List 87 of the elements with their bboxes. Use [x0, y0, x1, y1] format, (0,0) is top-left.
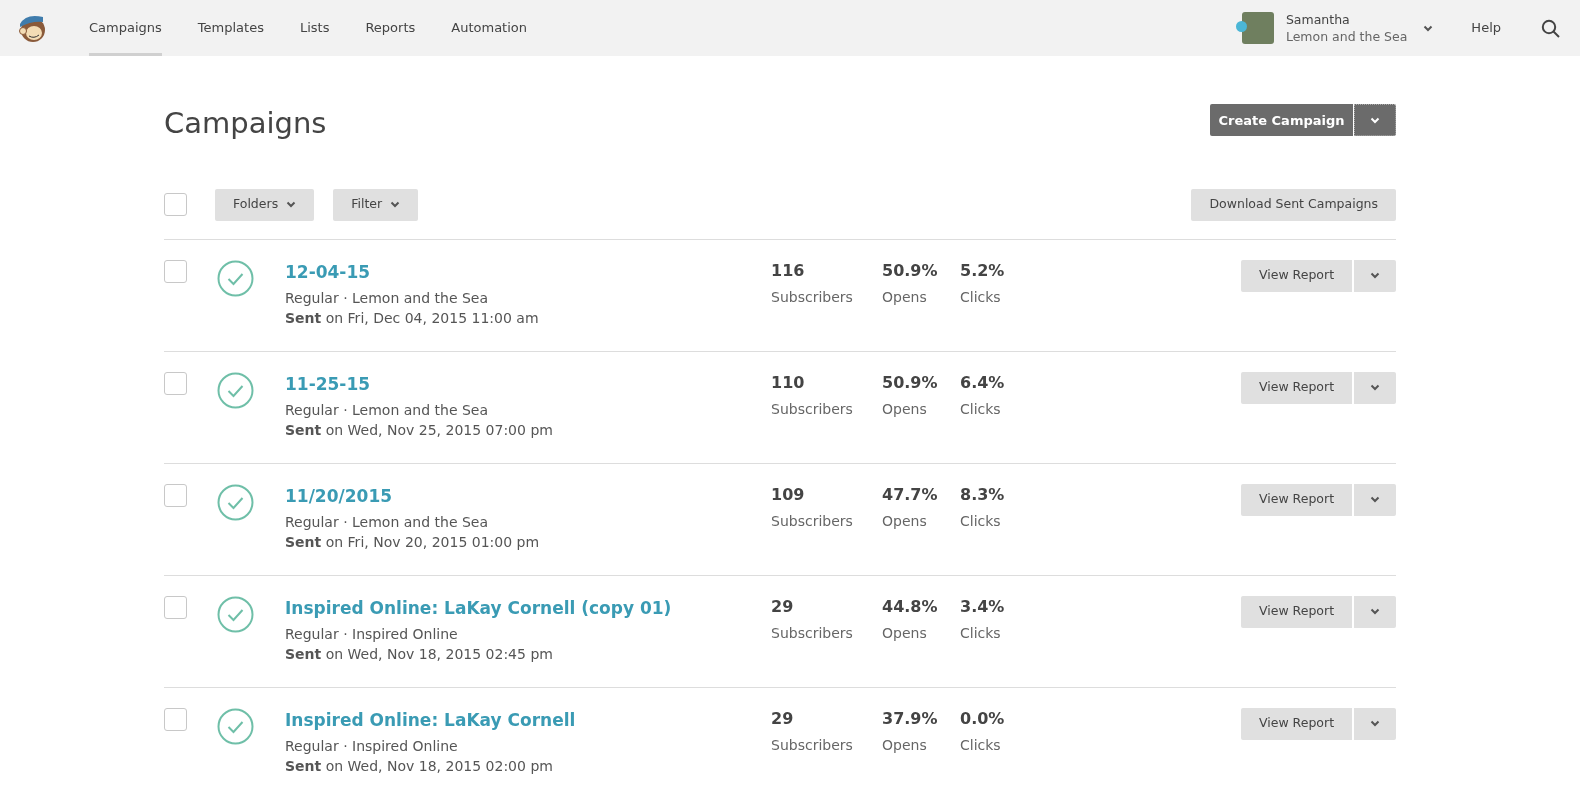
clicks-count: 5.2%	[960, 260, 1006, 282]
campaign-meta: Regular · Lemon and the Sea	[285, 512, 490, 532]
row-checkbox[interactable]	[164, 371, 187, 395]
row-checkbox[interactable]	[164, 707, 187, 731]
view-report-button[interactable]: View Report	[1241, 483, 1352, 516]
check-circle-icon	[217, 707, 254, 745]
opens-count: 50.9%	[882, 372, 939, 394]
caret-icon	[390, 201, 401, 209]
opens-count: 37.9%	[882, 708, 939, 730]
create-campaign-button[interactable]: Create Campaign	[1210, 104, 1353, 137]
subscriber-label: Subscribers	[771, 287, 854, 307]
subscriber-count: 29	[771, 708, 795, 730]
page-title: Campaigns	[164, 106, 327, 141]
caret-icon	[1370, 116, 1380, 124]
select-all-checkbox[interactable]	[164, 193, 187, 217]
row-checkbox[interactable]	[164, 483, 187, 507]
dropdown-toggle[interactable]	[1354, 104, 1396, 137]
view-report-button[interactable]: View Report	[1241, 371, 1352, 404]
help-link[interactable]: Help	[1471, 18, 1501, 38]
dropdown-toggle[interactable]	[1354, 707, 1396, 740]
opens-count: 44.8%	[882, 596, 939, 618]
subscriber-count: 29	[771, 596, 795, 618]
clicks-label: Clicks	[960, 511, 1002, 531]
campaign-meta: Regular · Inspired Online	[285, 624, 459, 644]
caret-icon	[1370, 384, 1380, 392]
clicks-count: 3.4%	[960, 596, 1006, 618]
download-button[interactable]: Download Sent Campaigns	[1191, 188, 1396, 221]
row-checkbox[interactable]	[164, 595, 187, 619]
clicks-count: 8.3%	[960, 484, 1006, 506]
dropdown-toggle[interactable]	[1354, 371, 1396, 404]
avatar-photo	[1241, 12, 1274, 44]
caret-icon	[286, 201, 297, 209]
campaign-meta: Regular · Lemon and the Sea	[285, 400, 490, 420]
status-dot	[1235, 21, 1247, 32]
nav-tab[interactable]: Lists	[299, 0, 330, 56]
account-org: Lemon and the Sea	[1285, 28, 1408, 46]
account-name: Samantha	[1285, 10, 1351, 28]
opens-label: Opens	[882, 511, 928, 531]
subscriber-label: Subscribers	[771, 735, 854, 755]
sent-date: Sent on Wed, Nov 25, 2015 07:00 pm	[285, 421, 554, 441]
opens-label: Opens	[882, 287, 928, 307]
filter-button[interactable]: Filter	[333, 188, 419, 221]
view-report-button[interactable]: View Report	[1241, 259, 1352, 292]
subscriber-label: Subscribers	[771, 623, 854, 643]
dropdown-toggle[interactable]	[1354, 595, 1396, 628]
clicks-label: Clicks	[960, 399, 1002, 419]
opens-count: 47.7%	[882, 484, 939, 506]
search-icon[interactable]	[1541, 18, 1560, 38]
caret-icon	[1423, 24, 1434, 32]
caret-icon	[1370, 608, 1380, 616]
dropdown-toggle[interactable]	[1354, 483, 1396, 516]
view-report-button[interactable]: View Report	[1241, 595, 1352, 628]
opens-label: Opens	[882, 623, 928, 643]
campaign-meta: Regular · Lemon and the Sea	[285, 288, 490, 308]
subscriber-count: 116	[771, 260, 806, 282]
sent-date: Sent on Wed, Nov 18, 2015 02:45 pm	[285, 645, 554, 665]
clicks-label: Clicks	[960, 287, 1002, 307]
subscriber-label: Subscribers	[771, 399, 854, 419]
check-circle-icon	[217, 483, 254, 521]
caret-icon	[1370, 496, 1380, 504]
check-circle-icon	[217, 595, 254, 633]
nav-tab[interactable]: Campaigns	[89, 0, 162, 56]
opens-label: Opens	[882, 735, 928, 755]
caret-icon	[1370, 720, 1380, 728]
nav-tab[interactable]: Automation	[451, 0, 527, 56]
check-circle-icon	[217, 259, 254, 297]
subscriber-count: 110	[771, 372, 806, 394]
dropdown-toggle[interactable]	[1354, 259, 1396, 292]
clicks-count: 6.4%	[960, 372, 1006, 394]
campaign-meta: Regular · Inspired Online	[285, 736, 459, 756]
check-circle-icon	[217, 371, 254, 409]
row-checkbox[interactable]	[164, 259, 187, 283]
opens-label: Opens	[882, 399, 928, 419]
folders-button[interactable]: Folders	[215, 188, 315, 221]
sent-date: Sent on Fri, Nov 20, 2015 01:00 pm	[285, 533, 541, 553]
clicks-count: 0.0%	[960, 708, 1006, 730]
clicks-label: Clicks	[960, 623, 1002, 643]
sent-date: Sent on Fri, Dec 04, 2015 11:00 am	[285, 309, 540, 329]
nav-tab[interactable]: Reports	[365, 0, 416, 56]
view-report-button[interactable]: View Report	[1241, 707, 1352, 740]
subscriber-count: 109	[771, 484, 806, 506]
subscriber-label: Subscribers	[771, 511, 854, 531]
clicks-label: Clicks	[960, 735, 1002, 755]
caret-icon	[1370, 272, 1380, 280]
sent-date: Sent on Wed, Nov 18, 2015 02:00 pm	[285, 757, 554, 777]
opens-count: 50.9%	[882, 260, 939, 282]
nav-tab[interactable]: Templates	[197, 0, 264, 56]
